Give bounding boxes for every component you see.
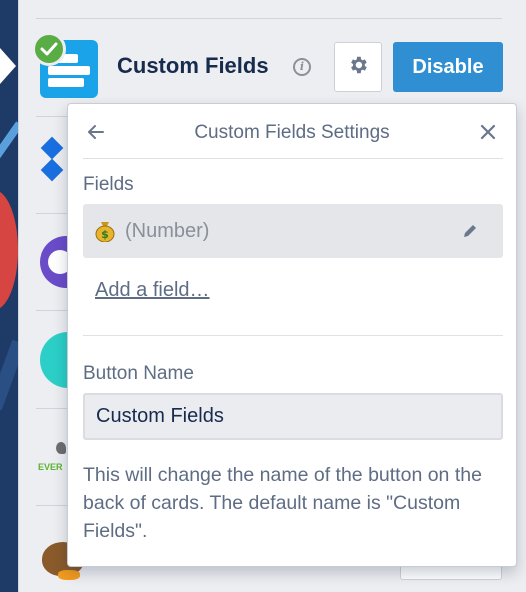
button-name-help-text: This will change the name of the button … [83, 464, 482, 542]
section-divider [83, 335, 503, 336]
field-type-label: (Number) [125, 220, 210, 242]
header-divider [83, 158, 503, 159]
board-background [0, 0, 18, 592]
enabled-check-icon [32, 32, 66, 66]
custom-fields-settings-popover: Custom Fields Settings Fields $ (Number)… [67, 103, 517, 567]
fields-label: Fields [83, 174, 134, 195]
dropbox-logo-icon [38, 136, 66, 192]
disable-button[interactable]: Disable [393, 42, 503, 92]
button-name-label: Button Name [83, 363, 194, 384]
background-stripe [0, 121, 18, 159]
popover-title: Custom Fields Settings [194, 122, 390, 143]
back-arrow-icon[interactable] [86, 122, 106, 142]
info-icon[interactable]: i [293, 58, 311, 76]
powerup-title: Custom Fields [117, 53, 269, 78]
gear-icon [347, 54, 369, 81]
evernote-logo-icon: EVER [38, 440, 66, 474]
settings-gear-button[interactable] [334, 42, 382, 92]
pencil-edit-icon[interactable] [461, 222, 479, 240]
background-chevron-shape [0, 48, 16, 84]
money-bag-icon: $ [95, 220, 115, 243]
field-item[interactable]: $ (Number) [83, 204, 503, 258]
list-divider [36, 18, 502, 19]
popover-header: Custom Fields Settings [68, 104, 516, 160]
close-icon[interactable] [478, 122, 498, 142]
background-stripe [0, 339, 18, 411]
background-red-shape [0, 190, 18, 310]
svg-text:$: $ [101, 228, 109, 241]
add-field-link[interactable]: Add a field… [95, 279, 210, 302]
button-name-input[interactable] [83, 393, 503, 440]
